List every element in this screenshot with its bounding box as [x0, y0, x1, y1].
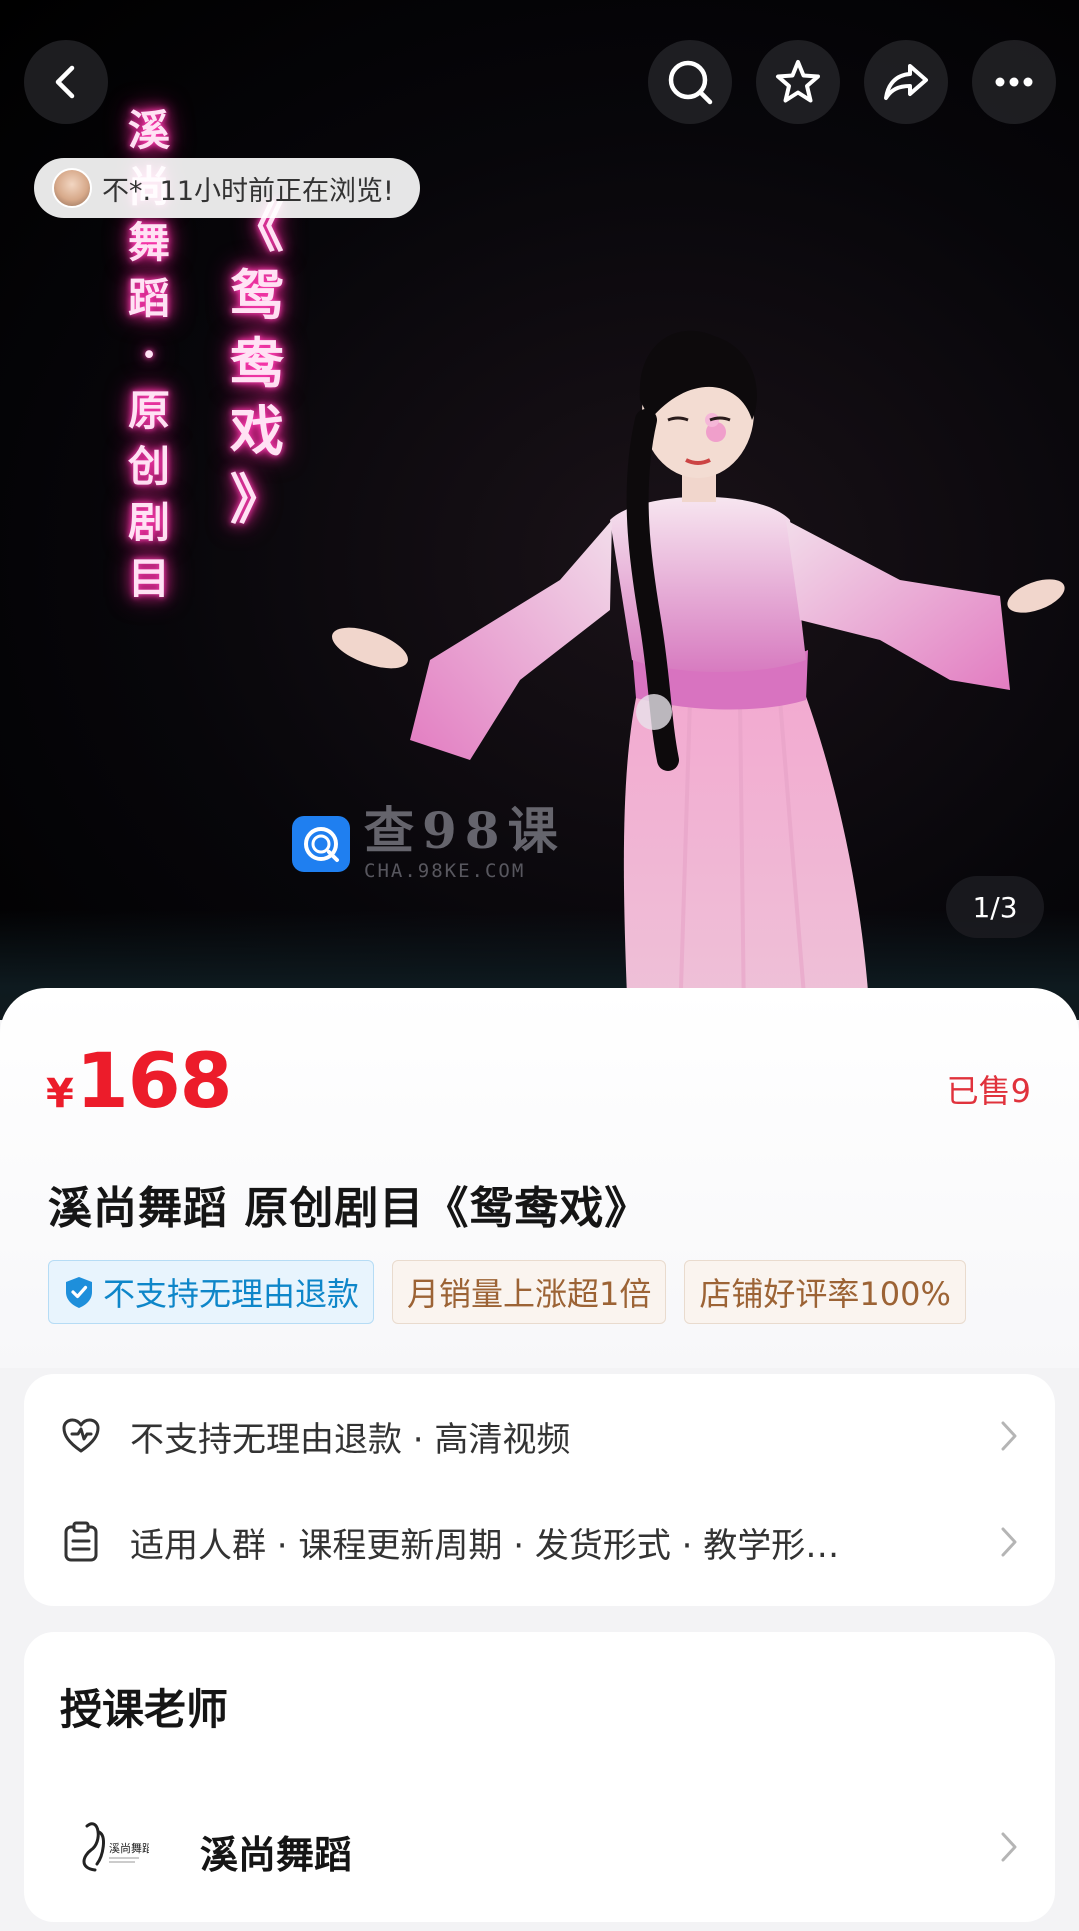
- back-button[interactable]: [24, 40, 108, 124]
- teacher-name: 溪尚舞蹈: [200, 1833, 353, 1877]
- watermark-main-text: 查98课: [364, 801, 566, 860]
- chevron-right-icon: [999, 1830, 1019, 1868]
- sold-count: 已售9: [946, 1072, 1031, 1110]
- watermark-sub-text: CHA.98KE.COM: [364, 860, 526, 882]
- share-icon: [884, 64, 928, 100]
- service-text: 适用人群 · 课程更新周期 · 发货形式 · 教学形…: [130, 1525, 840, 1566]
- tag-sales-growth[interactable]: 月销量上涨超1倍: [392, 1260, 667, 1324]
- share-button[interactable]: [864, 40, 948, 124]
- product-title: 溪尚舞蹈 原创剧目《鸳鸯戏》: [48, 1183, 650, 1234]
- price-amount: 168: [75, 1036, 233, 1125]
- product-image-carousel[interactable]: 溪 尚 舞 蹈 · 原 创 剧 目 《 鸳 鸯 戏 》: [0, 0, 1079, 1020]
- viewer-notice: 不*. 11小时前正在浏览!: [34, 158, 420, 218]
- more-icon: [995, 77, 1033, 87]
- currency-symbol: ¥: [46, 1071, 74, 1117]
- tag-shop-rating[interactable]: 店铺好评率100%: [684, 1260, 966, 1324]
- viewer-avatar: [52, 168, 92, 208]
- product-tags: 不支持无理由退款 月销量上涨超1倍 店铺好评率100%: [48, 1260, 966, 1324]
- teacher-card: 授课老师 溪尚舞蹈 溪尚舞蹈: [24, 1632, 1055, 1922]
- chevron-right-icon: [999, 1525, 1019, 1559]
- back-arrow-icon: [55, 65, 75, 99]
- search-button[interactable]: [648, 40, 732, 124]
- product-page: 溪 尚 舞 蹈 · 原 创 剧 目 《 鸳 鸯 戏 》: [0, 0, 1079, 1931]
- shield-check-icon: [63, 1275, 95, 1309]
- more-button[interactable]: [972, 40, 1056, 124]
- service-info-card: 不支持无理由退款 · 高清视频 适用人群 · 课程更新周期 · 发货形式 · 教…: [24, 1374, 1055, 1606]
- watermark: 查98课 CHA.98KE.COM: [292, 806, 566, 882]
- viewer-notice-text: 不*. 11小时前正在浏览!: [102, 175, 394, 207]
- price: ¥ 168: [46, 1036, 232, 1125]
- search-icon: [668, 60, 713, 105]
- teacher-row[interactable]: 溪尚舞蹈 溪尚舞蹈: [24, 1792, 1055, 1902]
- svg-text:溪尚舞蹈: 溪尚舞蹈: [109, 1841, 149, 1855]
- service-row-guarantee[interactable]: 不支持无理由退款 · 高清视频: [24, 1386, 1055, 1486]
- teacher-logo: 溪尚舞蹈: [64, 1802, 154, 1892]
- favorite-button[interactable]: [756, 40, 840, 124]
- watermark-logo-icon: [292, 816, 350, 872]
- tag-label: 月销量上涨超1倍: [407, 1275, 652, 1313]
- tag-label: 不支持无理由退款: [103, 1275, 360, 1313]
- image-page-indicator: 1/3: [946, 876, 1044, 938]
- clipboard-icon: [60, 1521, 102, 1563]
- star-icon: [776, 60, 820, 103]
- service-text: 不支持无理由退款 · 高清视频: [130, 1419, 571, 1460]
- heart-shield-icon: [60, 1415, 102, 1457]
- service-row-params[interactable]: 适用人群 · 课程更新周期 · 发货形式 · 教学形…: [24, 1492, 1055, 1592]
- tag-label: 店铺好评率100%: [699, 1275, 951, 1313]
- tag-no-refund[interactable]: 不支持无理由退款: [48, 1260, 375, 1324]
- chevron-right-icon: [999, 1419, 1019, 1453]
- teacher-section-heading: 授课老师: [60, 1685, 229, 1734]
